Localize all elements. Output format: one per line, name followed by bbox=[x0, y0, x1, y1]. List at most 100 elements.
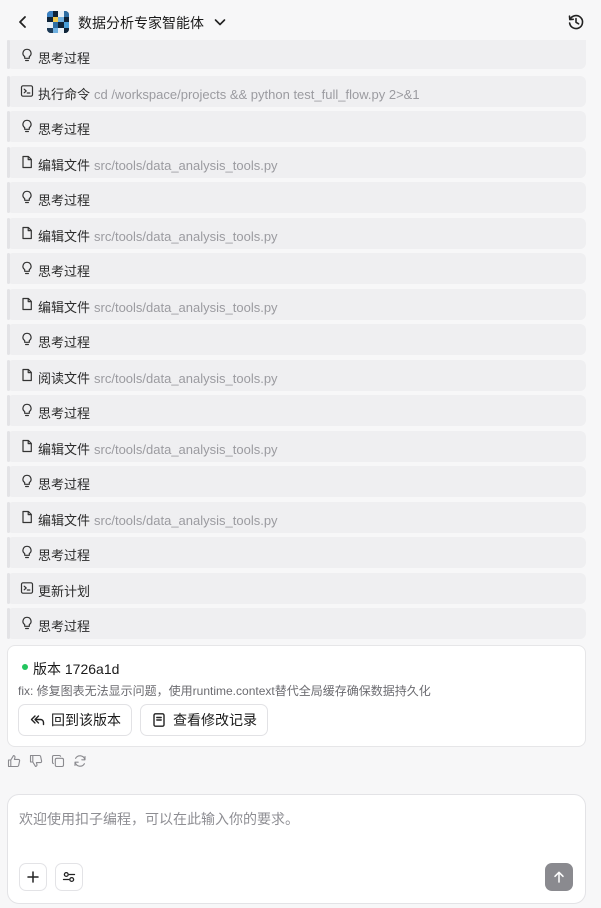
step-rail bbox=[7, 359, 10, 391]
view-changes-label: 查看修改记录 bbox=[173, 712, 257, 728]
file-icon bbox=[20, 510, 34, 524]
dislike-button[interactable] bbox=[29, 754, 43, 768]
agent-title[interactable]: 数据分析专家智能体 bbox=[78, 13, 204, 33]
step-item[interactable]: 思考过程 bbox=[7, 395, 586, 426]
terminal-icon bbox=[20, 84, 34, 98]
step-label: 思考过程 bbox=[38, 474, 90, 493]
step-item[interactable]: 思考过程 bbox=[7, 40, 586, 69]
agent-switcher-dropdown[interactable] bbox=[212, 13, 228, 31]
step-rail bbox=[7, 608, 10, 639]
step-rail bbox=[7, 572, 10, 604]
step-item[interactable]: 编辑文件 src/tools/data_analysis_tools.py bbox=[7, 288, 586, 320]
back-button[interactable] bbox=[14, 12, 32, 32]
step-rail bbox=[7, 537, 10, 568]
step-rail bbox=[7, 75, 10, 107]
step-item[interactable]: 编辑文件 src/tools/data_analysis_tools.py bbox=[7, 146, 586, 178]
lightbulb-icon bbox=[20, 119, 34, 133]
step-item[interactable]: 思考过程 bbox=[7, 253, 586, 284]
step-action: 编辑文件 bbox=[38, 441, 91, 457]
step-item[interactable]: 思考过程 bbox=[7, 608, 586, 639]
lightbulb-icon bbox=[20, 261, 34, 275]
step-item[interactable]: 思考过程 bbox=[7, 466, 586, 497]
conversation-scrollbar[interactable] bbox=[596, 44, 601, 908]
step-label: 思考过程 bbox=[38, 119, 90, 138]
file-icon bbox=[20, 297, 34, 311]
step-item[interactable]: 思考过程 bbox=[7, 111, 586, 142]
version-title: 版本 1726a1d bbox=[33, 661, 120, 677]
step-item[interactable]: 更新计划 bbox=[7, 572, 586, 604]
step-item[interactable]: 编辑文件 src/tools/data_analysis_tools.py bbox=[7, 430, 586, 462]
regenerate-button[interactable] bbox=[73, 754, 87, 768]
copy-icon bbox=[51, 754, 65, 768]
prompt-input[interactable] bbox=[19, 809, 569, 849]
step-target: src/tools/data_analysis_tools.py bbox=[94, 370, 278, 386]
send-button[interactable] bbox=[545, 863, 573, 891]
step-rail bbox=[7, 466, 10, 497]
lightbulb-icon bbox=[20, 403, 34, 417]
step-action: 思考过程 bbox=[38, 193, 91, 208]
revert-arrow-icon bbox=[30, 715, 45, 726]
message-composer bbox=[7, 794, 586, 904]
lightbulb-icon bbox=[20, 616, 34, 630]
step-action: 执行命令 bbox=[38, 86, 91, 102]
lightbulb-icon bbox=[20, 474, 34, 488]
step-action: 思考过程 bbox=[38, 122, 91, 137]
step-item[interactable]: 思考过程 bbox=[7, 537, 586, 568]
step-item[interactable]: 思考过程 bbox=[7, 324, 586, 355]
step-label: 编辑文件 src/tools/data_analysis_tools.py bbox=[38, 510, 278, 529]
step-label: 思考过程 bbox=[38, 545, 90, 564]
step-label: 思考过程 bbox=[38, 332, 90, 351]
step-target: src/tools/data_analysis_tools.py bbox=[94, 512, 278, 528]
step-label: 编辑文件 src/tools/data_analysis_tools.py bbox=[38, 439, 278, 458]
file-icon bbox=[20, 155, 34, 169]
file-icon bbox=[20, 368, 34, 382]
step-label: 编辑文件 src/tools/data_analysis_tools.py bbox=[38, 297, 278, 316]
view-changes-button[interactable]: 查看修改记录 bbox=[140, 704, 268, 736]
chevron-left-icon bbox=[19, 16, 26, 28]
step-action: 思考过程 bbox=[38, 548, 91, 563]
step-action: 思考过程 bbox=[38, 406, 91, 421]
step-action: 编辑文件 bbox=[38, 157, 91, 173]
regenerate-icon bbox=[74, 755, 86, 767]
step-action: 思考过程 bbox=[38, 264, 91, 279]
history-button[interactable] bbox=[566, 12, 586, 32]
step-label: 编辑文件 src/tools/data_analysis_tools.py bbox=[38, 226, 278, 245]
step-rail bbox=[7, 111, 10, 142]
history-clock-icon bbox=[568, 14, 584, 30]
step-action: 阅读文件 bbox=[38, 370, 91, 386]
step-label: 编辑文件 src/tools/data_analysis_tools.py bbox=[38, 155, 278, 174]
step-rail bbox=[7, 430, 10, 462]
step-rail bbox=[7, 40, 10, 69]
thumbs-up-icon bbox=[7, 755, 21, 768]
lightbulb-icon bbox=[20, 190, 34, 204]
top-bar: 数据分析专家智能体 bbox=[0, 0, 601, 44]
step-rail bbox=[7, 288, 10, 320]
step-label: 思考过程 bbox=[38, 261, 90, 280]
step-item[interactable]: 执行命令 cd /workspace/projects && python tes… bbox=[7, 75, 586, 107]
step-label: 阅读文件 src/tools/data_analysis_tools.py bbox=[38, 368, 278, 387]
version-card: 版本 1726a1d fix: 修复图表无法显示问题，使用runtime.con… bbox=[7, 645, 586, 747]
step-item[interactable]: 编辑文件 src/tools/data_analysis_tools.py bbox=[7, 217, 586, 249]
step-label: 执行命令 cd /workspace/projects && python tes… bbox=[38, 84, 420, 103]
tools-settings-button[interactable] bbox=[55, 863, 83, 891]
step-rail bbox=[7, 501, 10, 533]
like-button[interactable] bbox=[7, 754, 21, 768]
step-rail bbox=[7, 146, 10, 178]
revert-to-version-button[interactable]: 回到该版本 bbox=[18, 704, 132, 736]
step-item[interactable]: 编辑文件 src/tools/data_analysis_tools.py bbox=[7, 501, 586, 533]
step-item[interactable]: 阅读文件 src/tools/data_analysis_tools.py bbox=[7, 359, 586, 391]
step-rail bbox=[7, 324, 10, 355]
step-label: 思考过程 bbox=[38, 190, 90, 209]
step-rail bbox=[7, 253, 10, 284]
step-label: 思考过程 bbox=[38, 48, 90, 67]
add-attachment-button[interactable] bbox=[19, 863, 47, 891]
step-action: 编辑文件 bbox=[38, 228, 91, 244]
document-icon bbox=[153, 713, 165, 727]
copy-button[interactable] bbox=[51, 754, 65, 768]
settings-sliders-icon bbox=[62, 871, 76, 883]
step-target: cd /workspace/projects && python test_fu… bbox=[94, 86, 420, 102]
step-action: 更新计划 bbox=[38, 583, 91, 599]
step-item[interactable]: 思考过程 bbox=[7, 182, 586, 213]
step-action: 编辑文件 bbox=[38, 299, 91, 315]
step-rail bbox=[7, 395, 10, 426]
